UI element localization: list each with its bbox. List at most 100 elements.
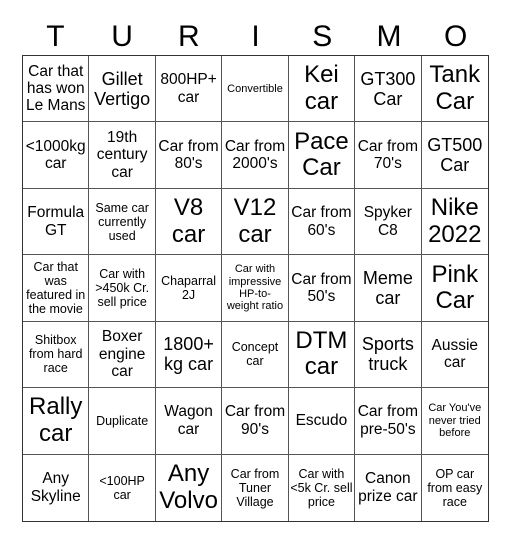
bingo-cell[interactable]: Duplicate [89, 388, 156, 455]
bingo-cell[interactable]: Convertible [222, 56, 289, 123]
bingo-cell[interactable]: 19th century car [89, 122, 156, 189]
bingo-cell-label: Wagon car [164, 403, 213, 438]
bingo-cell[interactable]: Escudo [288, 388, 356, 455]
title-letter: U [111, 20, 133, 53]
bingo-cell-label: Aussie car [431, 337, 479, 372]
bingo-cell-label: Sports truck [361, 334, 414, 375]
bingo-cell-label: <1000kg car [25, 137, 86, 173]
bingo-cell-label: Escudo [295, 412, 348, 430]
bingo-cell[interactable]: Car with impressive HP-to-weight ratio [222, 255, 289, 322]
bingo-cell-label: Convertible [227, 82, 283, 95]
bingo-cell[interactable]: <1000kg car [23, 122, 90, 189]
bingo-cell-label: Shitbox from hard race [28, 333, 83, 376]
bingo-cell[interactable]: DTM car [288, 321, 356, 389]
bingo-cell-label: Any Volvo [159, 460, 218, 514]
bingo-cell-label: GT500 Car [427, 134, 483, 176]
bingo-cell-label: Any Skyline [30, 470, 81, 505]
bingo-cell-label: 19th century car [96, 129, 148, 181]
bingo-cell-label: Formula GT [27, 204, 85, 239]
bingo-cell-label: Car that was featured in the movie [26, 259, 86, 316]
bingo-cell[interactable]: 1800+ kg car [155, 321, 223, 389]
bingo-cell[interactable]: OP car from easy race [422, 455, 488, 521]
bingo-cell-label: Same car currently used [95, 200, 149, 243]
bingo-cell[interactable]: Formula GT [23, 188, 90, 256]
bingo-cell[interactable]: Any Skyline [23, 454, 90, 521]
bingo-cell[interactable]: Meme car [355, 255, 422, 322]
title-letter: T [46, 20, 65, 53]
bingo-cell-label: Car with impressive HP-to-weight ratio [226, 263, 284, 313]
bingo-cell-label: Car You've never tried before [428, 402, 482, 439]
title-letter: M [376, 20, 402, 53]
bingo-cell[interactable]: Car from Tuner Village [222, 454, 289, 521]
title-letter: S [312, 20, 333, 53]
bingo-cell-label: OP car from easy race [427, 466, 483, 509]
bingo-cell-label: Boxer engine car [98, 328, 146, 381]
bingo-cell-label: Car with >450k Cr. sell price [95, 266, 150, 309]
bingo-cell[interactable]: Car that has won Le Mans [23, 56, 90, 123]
bingo-board: Car that has won Le Mans Gillet Vertigo 80… [22, 55, 489, 522]
bingo-cell-label: Chaparral 2J [161, 273, 216, 302]
bingo-cell[interactable]: Tank Car [421, 56, 488, 123]
bingo-cell-label: Duplicate [96, 413, 149, 428]
bingo-cell[interactable]: Car from 60's [288, 188, 356, 256]
bingo-cell-label: Car from 70's [357, 137, 418, 173]
bingo-cell[interactable]: Nike 2022 [421, 189, 488, 256]
bingo-cell[interactable]: GT500 Car [421, 122, 488, 189]
bingo-cell[interactable]: Pink Car [421, 255, 488, 322]
bingo-cell[interactable]: Spyker C8 [355, 188, 422, 256]
title-letter: I [251, 20, 260, 53]
bingo-cell-label: Car from 60's [291, 204, 352, 239]
bingo-cell[interactable]: Any Volvo [156, 454, 223, 521]
bingo-cell[interactable]: Car from 2000's [222, 122, 289, 189]
bingo-cell-label: Tank Car [429, 61, 481, 115]
bingo-cell[interactable]: Canon prize car [355, 454, 422, 521]
title-letter: O [444, 20, 468, 53]
bingo-cell-label: Kei car [304, 61, 339, 115]
bingo-cell-label: Gillet Vertigo [94, 68, 151, 109]
bingo-cell-label: Nike 2022 [428, 194, 482, 248]
bingo-cell[interactable]: Car from 90's [222, 388, 289, 455]
bingo-cell[interactable]: Car You've never tried before [421, 388, 488, 455]
bingo-cell[interactable]: Rally car [23, 388, 90, 455]
bingo-cell-label: DTM car [295, 327, 348, 381]
bingo-cell-label: Pink Car [431, 260, 479, 314]
bingo-cell[interactable]: Wagon car [155, 388, 223, 455]
bingo-cell[interactable]: Car from 50's [288, 255, 356, 322]
bingo-cell-label: Concept car [231, 340, 279, 369]
bingo-cell-label: Car from Tuner Village [230, 466, 280, 509]
bingo-cell[interactable]: Gillet Vertigo [89, 56, 156, 123]
bingo-cell-label: V12 car [233, 194, 277, 248]
bingo-cell[interactable]: Car with <5k Cr. sell price [289, 454, 356, 521]
bingo-cell[interactable]: Car from pre-50's [355, 388, 422, 455]
bingo-cell[interactable]: Sports truck [355, 321, 422, 389]
bingo-cell-label: Spyker C8 [363, 204, 412, 239]
bingo-cell-label: Rally car [29, 393, 83, 447]
bingo-cell-label: Car with <5k Cr. sell price [290, 466, 353, 509]
bingo-cell-label: <100HP car [99, 473, 145, 502]
bingo-cell[interactable]: Same car currently used [89, 188, 156, 256]
bingo-cell[interactable]: <100HP car [89, 454, 156, 521]
bingo-cell[interactable]: Car that was featured in the movie [23, 255, 90, 322]
bingo-cell[interactable]: Car with >450k Cr. sell price [89, 255, 156, 322]
bingo-cell[interactable]: Concept car [222, 321, 289, 389]
bingo-cell-label: Meme car [362, 267, 413, 308]
bingo-cell[interactable]: Aussie car [421, 322, 488, 389]
bingo-cell-label: Car from pre-50's [357, 403, 418, 438]
bingo-cell-label: Car from 50's [291, 270, 352, 305]
bingo-cell-label: Car from 90's [224, 403, 286, 438]
bingo-cell[interactable]: Chaparral 2J [155, 255, 223, 322]
bingo-cell[interactable]: Kei car [288, 56, 356, 123]
bingo-cell[interactable]: V12 car [222, 188, 289, 256]
bingo-cell[interactable]: Car from 80's [155, 122, 223, 189]
bingo-cell-label: Car from 2000's [224, 137, 286, 173]
bingo-cell[interactable]: Shitbox from hard race [23, 321, 90, 389]
bingo-cell[interactable]: Pace Car [288, 122, 356, 189]
bingo-cell[interactable]: 800HP+ car [155, 56, 223, 123]
bingo-cell-label: V8 car [171, 194, 206, 248]
bingo-cell[interactable]: V8 car [155, 188, 223, 256]
bingo-cell[interactable]: GT300 Car [355, 56, 422, 123]
bingo-cell[interactable]: Car from 70's [355, 122, 422, 189]
bingo-cell[interactable]: Boxer engine car [89, 321, 156, 389]
bingo-cell-label: 800HP+ car [160, 71, 217, 106]
bingo-title: TURISMO [22, 18, 489, 55]
